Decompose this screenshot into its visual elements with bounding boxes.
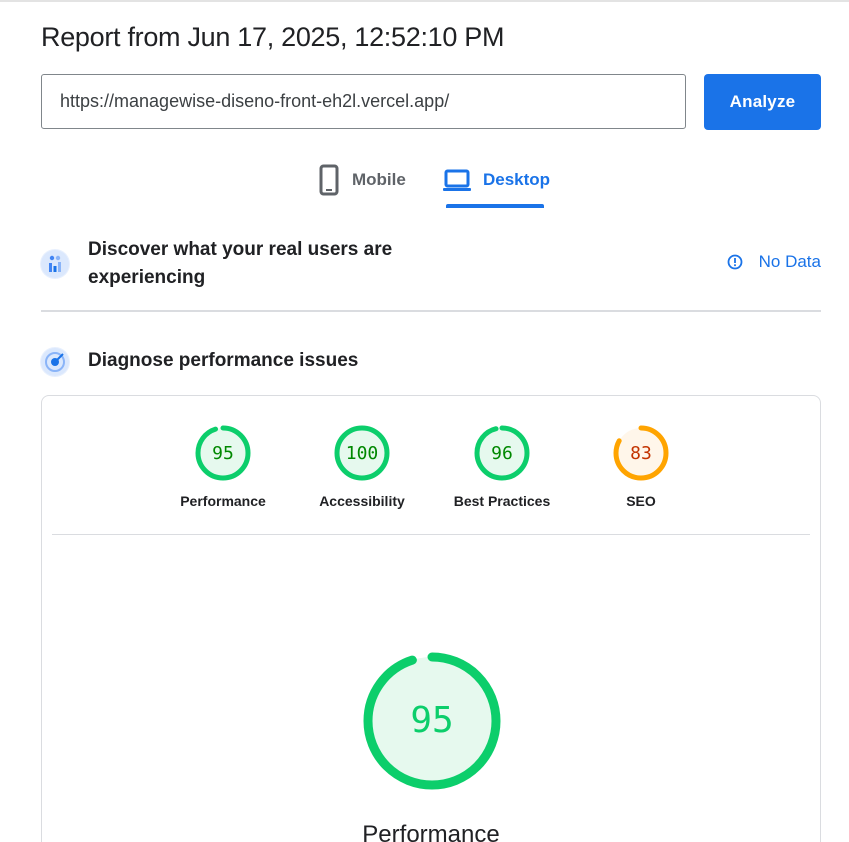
url-input[interactable]: https://managewise-diseno-front-eh2l.ver… <box>41 74 686 129</box>
users-chart-icon <box>40 249 70 279</box>
score-gauge-accessibility[interactable]: 100 Accessibility <box>292 423 432 509</box>
url-input-value: https://managewise-diseno-front-eh2l.ver… <box>60 91 450 111</box>
section-divider <box>41 310 821 312</box>
diagnose-heading: Diagnose performance issues <box>88 350 359 371</box>
crux-heading: Discover what your real users are experi… <box>88 239 393 288</box>
gauge-score-text: 96 <box>491 443 513 464</box>
gauge-ring: 100 <box>334 425 390 481</box>
gauge-ring: 83 <box>613 425 669 481</box>
tab-selected-indicator <box>446 204 544 208</box>
tab-desktop[interactable]: Desktop <box>443 164 550 208</box>
phone-icon <box>319 164 339 196</box>
top-border <box>0 0 849 2</box>
report-title: Report from Jun 17, 2025, 12:52:10 PM <box>41 22 505 52</box>
score-gauge-best-practices[interactable]: 96 Best Practices <box>432 423 572 509</box>
score-gauge-performance[interactable]: 95 Performance <box>153 423 293 509</box>
gauge-score-text: 95 <box>212 443 234 464</box>
tab-mobile-label: Mobile <box>352 170 406 189</box>
gauge-ring: 96 <box>474 425 530 481</box>
laptop-icon <box>443 169 471 191</box>
gauge-label: Best Practices <box>453 493 551 509</box>
tab-mobile[interactable]: Mobile <box>318 164 406 208</box>
no-data-label: No Data <box>758 252 821 271</box>
pagespeed-report: Report from Jun 17, 2025, 12:52:10 PM ht… <box>0 0 849 842</box>
card-divider <box>52 534 810 535</box>
gauge-score-text: 83 <box>630 443 652 464</box>
gauge-ring: 95 <box>195 425 251 481</box>
lighthouse-icon <box>40 347 70 377</box>
gauge-label: SEO <box>626 493 656 509</box>
main-score-label: Performance <box>362 821 500 842</box>
gauge-label: Performance <box>180 493 266 509</box>
lighthouse-card: 95 Performance 100 Accessibility 96 Best… <box>41 395 821 842</box>
main-score-text: 95 <box>410 700 453 741</box>
main-score-gauge: 95 <box>362 651 502 791</box>
score-gauge-seo[interactable]: 83 SEO <box>571 423 711 509</box>
info-icon <box>727 254 743 270</box>
gauge-score-text: 100 <box>346 443 379 464</box>
crux-no-data[interactable]: No Data <box>727 252 821 272</box>
analyze-button[interactable]: Analyze <box>704 74 821 130</box>
tab-desktop-label: Desktop <box>483 170 551 189</box>
gauge-label: Accessibility <box>319 493 405 509</box>
